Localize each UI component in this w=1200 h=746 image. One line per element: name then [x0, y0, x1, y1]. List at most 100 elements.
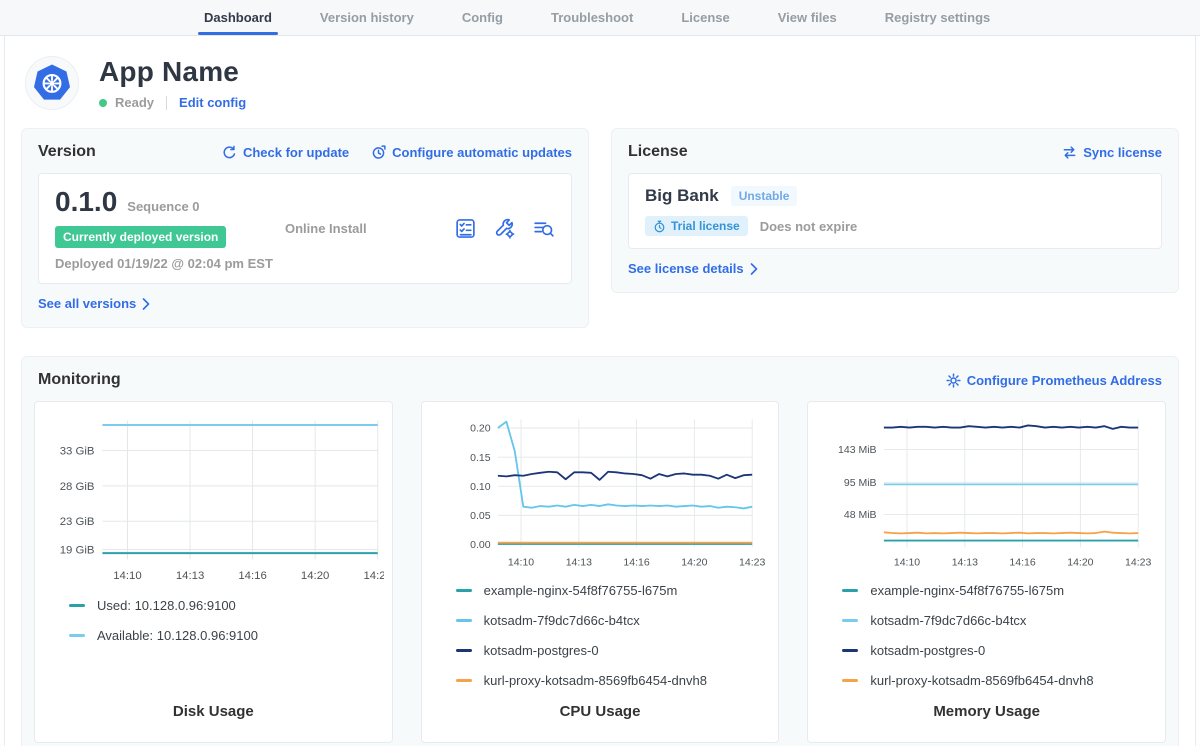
- svg-text:0.20: 0.20: [470, 423, 491, 435]
- see-license-details-link[interactable]: See license details: [628, 261, 758, 276]
- legend-swatch: [69, 634, 85, 637]
- legend-swatch: [456, 679, 472, 682]
- tab-dashboard[interactable]: Dashboard: [180, 0, 296, 35]
- legend-item: kotsadm-postgres-0: [842, 643, 1157, 658]
- svg-text:0.00: 0.00: [470, 539, 491, 551]
- disk-usage-chart-card: 19 GiB23 GiB28 GiB33 GiB14:1014:1314:161…: [34, 401, 393, 743]
- chevron-right-icon: [142, 298, 150, 310]
- tab-license[interactable]: License: [657, 0, 753, 35]
- legend-label: kurl-proxy-kotsadm-8569fb6454-dnvh8: [870, 673, 1093, 688]
- view-logs-button[interactable]: [532, 217, 555, 240]
- sync-license-link[interactable]: Sync license: [1062, 145, 1162, 160]
- chart-title: CPU Usage: [430, 703, 771, 728]
- legend-swatch: [69, 604, 85, 607]
- legend-item: kotsadm-7f9dc7d66c-b4tcx: [842, 613, 1157, 628]
- edit-config-button[interactable]: [493, 217, 516, 240]
- legend-item: kotsadm-postgres-0: [456, 643, 771, 658]
- legend-label: kotsadm-postgres-0: [870, 643, 985, 658]
- tab-troubleshoot[interactable]: Troubleshoot: [527, 0, 657, 35]
- legend-swatch: [456, 619, 472, 622]
- legend-swatch: [456, 589, 472, 592]
- legend-item: example-nginx-54f8f76755-l675m: [456, 583, 771, 598]
- kubernetes-icon: [31, 62, 73, 104]
- svg-text:14:20: 14:20: [681, 557, 707, 569]
- sync-icon: [1062, 145, 1077, 160]
- configure-prometheus-link[interactable]: Configure Prometheus Address: [946, 373, 1162, 388]
- legend-label: example-nginx-54f8f76755-l675m: [484, 583, 678, 598]
- svg-text:14:10: 14:10: [508, 557, 534, 569]
- tab-version-history[interactable]: Version history: [296, 0, 438, 35]
- clock-refresh-icon: [371, 145, 386, 160]
- log-search-icon: [532, 217, 555, 240]
- svg-text:14:10: 14:10: [894, 557, 920, 569]
- svg-text:14:13: 14:13: [952, 557, 978, 569]
- svg-text:14:23: 14:23: [1125, 557, 1151, 569]
- app-header: App Name Ready Edit config: [21, 52, 1179, 128]
- disk-usage-legend: Used: 10.128.0.96:9100Available: 10.128.…: [69, 598, 384, 658]
- trial-license-badge: Trial license: [645, 216, 748, 236]
- install-type-label: Online Install: [285, 221, 454, 236]
- disk-usage-plot: 19 GiB23 GiB28 GiB33 GiB14:1014:1314:161…: [43, 412, 384, 588]
- svg-text:0.05: 0.05: [470, 510, 491, 522]
- version-card: Version Check for update: [21, 128, 589, 328]
- wrench-gear-icon: [493, 217, 516, 240]
- chevron-right-icon: [750, 263, 758, 275]
- svg-text:95 MiB: 95 MiB: [844, 477, 877, 489]
- checklist-icon: [454, 217, 477, 240]
- chart-title: Disk Usage: [43, 703, 384, 728]
- configure-automatic-updates-link[interactable]: Configure automatic updates: [371, 145, 572, 160]
- see-all-versions-link[interactable]: See all versions: [38, 296, 150, 311]
- legend-swatch: [842, 679, 858, 682]
- deployed-badge: Currently deployed version: [55, 226, 226, 248]
- svg-text:14:13: 14:13: [565, 557, 591, 569]
- refresh-icon: [222, 145, 237, 160]
- svg-text:14:23: 14:23: [739, 557, 765, 569]
- sequence-label: Sequence 0: [127, 199, 199, 214]
- tab-registry-settings[interactable]: Registry settings: [861, 0, 1014, 35]
- cpu-usage-legend: example-nginx-54f8f76755-l675m kotsadm-7f…: [456, 583, 771, 703]
- license-panel: Big Bank Unstable Trial license Does not…: [628, 173, 1162, 249]
- preflight-checks-button[interactable]: [454, 217, 477, 240]
- svg-text:143 MiB: 143 MiB: [838, 444, 877, 456]
- legend-swatch: [842, 619, 858, 622]
- legend-item: kotsadm-7f9dc7d66c-b4tcx: [456, 613, 771, 628]
- svg-text:14:20: 14:20: [1068, 557, 1094, 569]
- top-navbar: Dashboard Version history Config Trouble…: [0, 0, 1200, 36]
- stopwatch-icon: [653, 220, 666, 233]
- app-logo: [25, 56, 79, 110]
- chart-title: Memory Usage: [816, 703, 1157, 728]
- memory-usage-plot: 48 MiB95 MiB143 MiB14:1014:1314:1614:201…: [816, 412, 1157, 573]
- divider: [166, 96, 167, 110]
- svg-text:14:10: 14:10: [113, 570, 141, 582]
- version-card-title: Version: [38, 143, 96, 161]
- page-container: App Name Ready Edit config Version: [4, 36, 1196, 746]
- version-number: 0.1.0: [55, 186, 117, 218]
- legend-label: kurl-proxy-kotsadm-8569fb6454-dnvh8: [484, 673, 707, 688]
- svg-text:14:16: 14:16: [623, 557, 649, 569]
- current-version-panel: 0.1.0 Sequence 0 Currently deployed vers…: [38, 173, 572, 284]
- cpu-usage-plot: 0.000.050.100.150.2014:1014:1314:1614:20…: [430, 412, 771, 573]
- check-for-update-link[interactable]: Check for update: [222, 145, 349, 160]
- legend-label: kotsadm-7f9dc7d66c-b4tcx: [870, 613, 1026, 628]
- gear-icon: [946, 373, 961, 388]
- svg-text:28 GiB: 28 GiB: [60, 481, 95, 493]
- svg-text:0.10: 0.10: [470, 481, 491, 493]
- svg-text:14:20: 14:20: [301, 570, 329, 582]
- svg-text:14:16: 14:16: [1010, 557, 1036, 569]
- edit-config-link[interactable]: Edit config: [179, 95, 246, 110]
- cpu-usage-chart-card: 0.000.050.100.150.2014:1014:1314:1614:20…: [421, 401, 780, 743]
- svg-text:33 GiB: 33 GiB: [60, 445, 95, 457]
- svg-text:14:13: 14:13: [176, 570, 204, 582]
- license-card: License Sync license Big Bank Unstable: [611, 128, 1179, 293]
- memory-usage-legend: example-nginx-54f8f76755-l675m kotsadm-7f…: [842, 583, 1157, 703]
- legend-item: example-nginx-54f8f76755-l675m: [842, 583, 1157, 598]
- legend-label: kotsadm-postgres-0: [484, 643, 599, 658]
- legend-item: Used: 10.128.0.96:9100: [69, 598, 384, 613]
- legend-swatch: [842, 589, 858, 592]
- monitoring-title: Monitoring: [38, 371, 121, 389]
- tab-config[interactable]: Config: [438, 0, 527, 35]
- tab-view-files[interactable]: View files: [754, 0, 861, 35]
- legend-swatch: [456, 649, 472, 652]
- memory-usage-chart-card: 48 MiB95 MiB143 MiB14:1014:1314:1614:201…: [807, 401, 1166, 743]
- legend-item: kurl-proxy-kotsadm-8569fb6454-dnvh8: [456, 673, 771, 688]
